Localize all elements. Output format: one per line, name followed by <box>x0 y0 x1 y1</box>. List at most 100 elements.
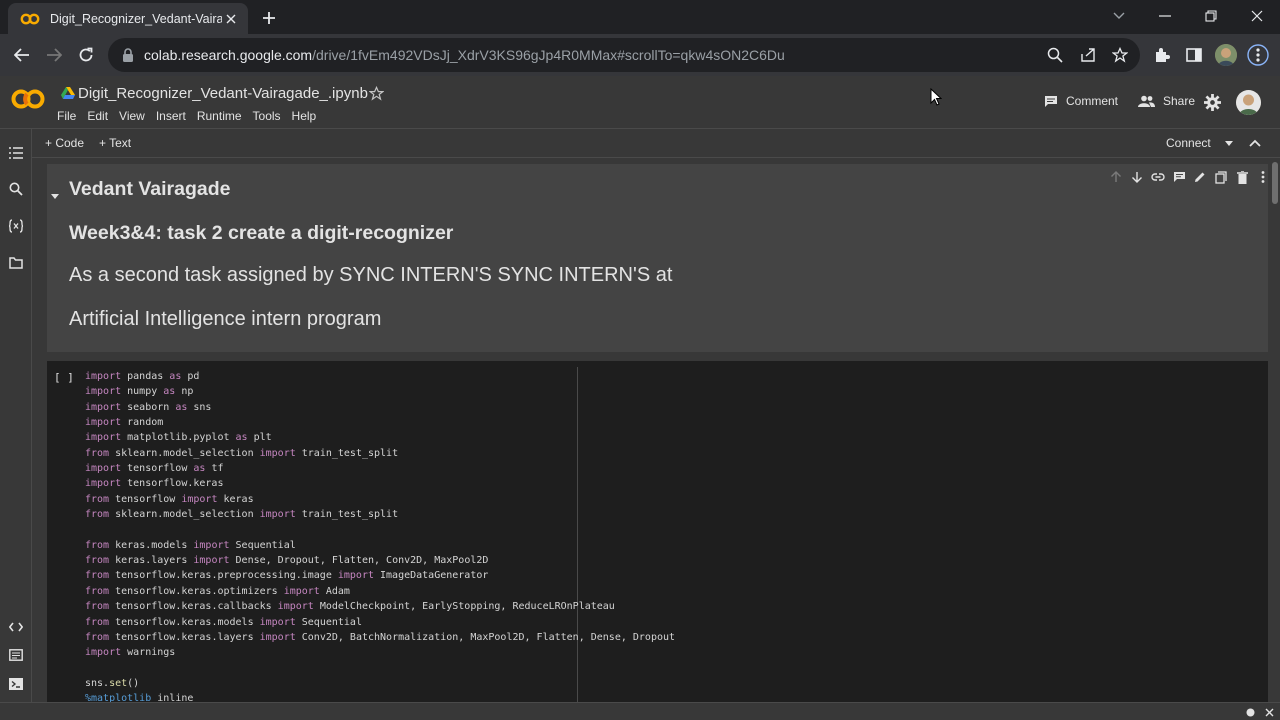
menu-edit[interactable]: Edit <box>87 109 108 123</box>
star-icon[interactable] <box>369 86 384 101</box>
command-palette-icon[interactable] <box>8 647 24 663</box>
code-token: import <box>85 647 122 659</box>
colab-favicon-icon <box>20 13 40 24</box>
menu-file[interactable]: File <box>57 109 76 123</box>
add-text-button[interactable]: + Text <box>99 136 131 150</box>
bookmark-star-icon[interactable] <box>1111 46 1129 64</box>
connect-label: Connect <box>1166 136 1211 150</box>
status-bar <box>0 702 1280 720</box>
code-token: keras <box>217 493 254 505</box>
code-editor[interactable]: import pandas as pd import numpy as np imp… <box>85 369 675 702</box>
code-token: import <box>85 417 122 429</box>
forward-arrow-icon[interactable] <box>43 44 65 66</box>
tab-search-chevron-icon[interactable] <box>1108 6 1130 26</box>
lock-icon <box>123 48 133 62</box>
code-line: import pandas as pd <box>85 369 675 384</box>
code-line: import warnings <box>85 645 675 660</box>
google-drive-icon[interactable] <box>61 87 75 100</box>
chrome-menu-icon[interactable] <box>1247 44 1269 66</box>
menu-view[interactable]: View <box>119 109 145 123</box>
connect-button[interactable]: Connect <box>1166 136 1233 150</box>
code-token: train_test_split <box>295 509 399 521</box>
comment-cell-icon[interactable] <box>1171 169 1187 185</box>
variables-icon[interactable] <box>8 218 24 234</box>
extensions-puzzle-icon[interactable] <box>1151 44 1173 66</box>
move-up-icon[interactable] <box>1108 169 1124 185</box>
user-avatar[interactable] <box>1236 90 1261 115</box>
share-label: Share <box>1163 94 1196 108</box>
folder-icon[interactable] <box>8 255 24 271</box>
cell-toolbar <box>1108 169 1268 185</box>
share-page-icon[interactable] <box>1079 46 1097 64</box>
reload-icon[interactable] <box>75 44 97 66</box>
scrollbar-thumb[interactable] <box>1272 162 1278 204</box>
chevron-up-icon[interactable] <box>1248 136 1262 150</box>
menu-tools[interactable]: Tools <box>253 109 281 123</box>
menu-help[interactable]: Help <box>292 109 317 123</box>
browser-tab-strip: Digit_Recognizer_Vedant-Vairagade_.ipynb… <box>0 0 1280 34</box>
code-token: sns. <box>85 677 110 689</box>
code-token: Adam <box>319 585 350 597</box>
text-cell[interactable]: Vedant Vairagade Week3&4: task 2 create … <box>47 164 1268 352</box>
menu-runtime[interactable]: Runtime <box>197 109 242 123</box>
terminal-icon[interactable] <box>8 676 24 692</box>
code-token: %matplotlib <box>85 693 152 702</box>
code-token: import <box>85 463 122 475</box>
back-arrow-icon[interactable] <box>11 44 33 66</box>
code-token: as <box>193 463 206 475</box>
code-token: as <box>235 432 248 444</box>
mirror-cell-icon[interactable] <box>1213 169 1229 185</box>
edit-pencil-icon[interactable] <box>1192 169 1208 185</box>
move-down-icon[interactable] <box>1129 169 1145 185</box>
menu-insert[interactable]: Insert <box>156 109 186 123</box>
profile-avatar[interactable] <box>1215 44 1237 66</box>
restore-window-icon[interactable] <box>1200 6 1222 26</box>
code-token: from <box>85 539 110 551</box>
table-of-contents-icon[interactable] <box>8 145 24 161</box>
code-token: import <box>181 493 218 505</box>
code-token: from <box>85 509 110 521</box>
code-token: import <box>85 401 122 413</box>
comment-button[interactable]: Comment <box>1044 94 1118 108</box>
notebook-title[interactable]: Digit_Recognizer_Vedant-Vairagade_.ipynb <box>78 85 368 102</box>
code-token: inline <box>151 693 194 702</box>
side-panel-icon[interactable] <box>1183 44 1205 66</box>
close-window-icon[interactable] <box>1246 6 1268 26</box>
run-cell-button[interactable]: [ ] <box>54 371 74 384</box>
minimize-icon[interactable] <box>1154 6 1176 26</box>
browser-tab[interactable]: Digit_Recognizer_Vedant-Vairagade_.ipynb… <box>8 3 248 34</box>
code-line: from keras.layers import Dense, Dropout,… <box>85 553 675 568</box>
delete-icon[interactable] <box>1234 169 1250 185</box>
code-token: tensorflow.keras <box>121 478 224 490</box>
code-snippets-icon[interactable] <box>8 619 24 635</box>
tab-title: Digit_Recognizer_Vedant-Vairagade_.ipynb… <box>50 11 222 26</box>
code-token: seaborn <box>121 401 176 413</box>
code-token: tensorflow.keras.layers <box>109 631 260 643</box>
share-button[interactable]: Share <box>1138 94 1195 108</box>
code-token: random <box>121 417 164 429</box>
code-line: sns.set() <box>85 676 675 691</box>
code-token: sns <box>187 401 212 413</box>
heading-name: Vedant Vairagade <box>69 178 231 200</box>
new-tab-icon[interactable] <box>259 8 279 28</box>
code-line: import seaborn as sns <box>85 400 675 415</box>
more-options-icon[interactable] <box>1255 169 1268 185</box>
notebook-scrollbar[interactable] <box>1270 158 1280 702</box>
close-status-icon[interactable] <box>1265 708 1274 717</box>
code-cell[interactable]: [ ] import pandas as pd import numpy as n… <box>47 361 1268 702</box>
add-code-button[interactable]: + Code <box>45 136 84 150</box>
code-token: ImageDataGenerator <box>374 570 489 582</box>
code-token: tensorflow.keras.callbacks <box>109 601 278 613</box>
gear-icon[interactable] <box>1204 94 1221 111</box>
colab-logo-icon[interactable] <box>11 88 45 110</box>
search-icon[interactable] <box>8 181 24 197</box>
link-icon[interactable] <box>1150 169 1166 185</box>
close-tab-icon[interactable] <box>222 10 240 28</box>
code-token: Conv2D, BatchNormalization, MaxPool2D, F… <box>295 631 676 643</box>
zoom-icon[interactable] <box>1046 46 1064 64</box>
address-bar[interactable]: colab.research.google.com/drive/1fvEm492… <box>108 38 1140 72</box>
colab-header: Digit_Recognizer_Vedant-Vairagade_.ipynb… <box>0 76 1280 129</box>
code-token: import <box>337 570 374 582</box>
section-collapse-icon[interactable] <box>50 191 60 201</box>
